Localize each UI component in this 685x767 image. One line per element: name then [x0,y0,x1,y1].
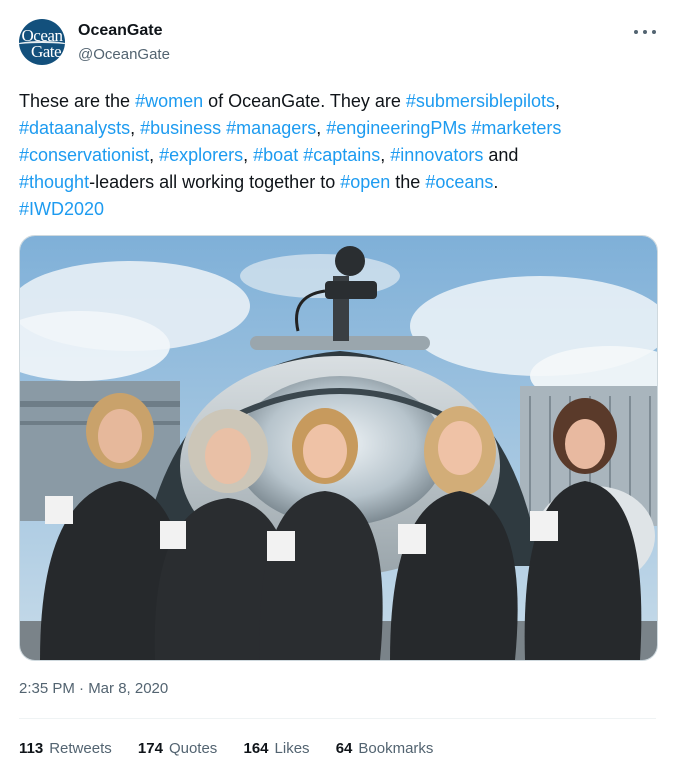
hashtag-link[interactable]: #thought [19,172,89,192]
hashtag-link[interactable]: #managers [226,118,316,138]
hashtag-link[interactable]: #business [140,118,221,138]
retweets-stat[interactable]: 113 Retweets [19,740,112,757]
bookmarks-count: 64 [335,740,353,757]
tweet-text-segment: of OceanGate. They are [203,91,406,111]
engagement-stats: 113 Retweets 174 Quotes 164 Likes 64 Bookmar… [19,740,455,757]
quotes-stat[interactable]: 174 Quotes [138,740,217,757]
hashtag-link[interactable]: #marketers [471,118,561,138]
more-dot [643,30,647,34]
tweet-text-segment: , [316,118,327,138]
quotes-label: Quotes [168,740,218,757]
tweet-text-segment: , [149,145,160,165]
more-dot [652,30,656,34]
hashtag-link[interactable]: #dataanalysts [19,118,130,138]
divider [19,718,656,719]
retweets-count: 113 [19,740,44,757]
tweet-text-line: #dataanalysts, #business #managers, #eng… [19,115,659,142]
tweet-text-line: These are the #women of OceanGate. They … [19,88,659,115]
hashtag-link[interactable]: #IWD2020 [19,199,104,219]
hashtag-link[interactable]: #engineeringPMs [326,118,466,138]
bookmarks-stat[interactable]: 64 Bookmarks [336,740,434,757]
quotes-count: 174 [137,740,163,757]
hashtag-link[interactable]: #women [135,91,203,111]
tweet: Ocean Gate OceanGate @OceanGate These ar… [0,0,685,767]
author-name[interactable]: OceanGate [78,22,162,40]
avatar-logo-line-2: Gate [30,42,62,61]
photo-illustration [20,236,657,660]
hashtag-link[interactable]: #boat [253,145,298,165]
hashtag-link[interactable]: #captains [303,145,380,165]
tweet-photo[interactable] [19,235,658,661]
tweet-text-segment: . [493,172,499,192]
hashtag-link[interactable]: #submersiblepilots [406,91,555,111]
tweet-text-segment: , [130,118,141,138]
avatar[interactable]: Ocean Gate [19,19,65,65]
tweet-text-line: #IWD2020 [19,196,659,223]
hashtag-link[interactable]: #oceans [425,172,493,192]
likes-label: Likes [274,740,310,757]
more-dot [634,30,638,34]
author-handle[interactable]: @OceanGate [78,46,170,63]
tweet-text-segment: , [380,145,391,165]
tweet-text-segment: , [554,91,560,111]
tweet-text-segment: and [483,145,519,165]
likes-count: 164 [243,740,269,757]
hashtag-link[interactable]: #innovators [390,145,483,165]
tweet-text-segment: -leaders all working together to [89,172,341,192]
likes-stat[interactable]: 164 Likes [243,740,309,757]
tweet-text-line: #thought-leaders all working together to… [19,169,659,196]
hashtag-link[interactable]: #conservationist [19,145,149,165]
tweet-text-line: #conservationist, #explorers, #boat #cap… [19,142,659,169]
retweets-label: Retweets [49,740,112,757]
tweet-text-segment: the [390,172,426,192]
hashtag-link[interactable]: #explorers [159,145,243,165]
tweet-timestamp[interactable]: 2:35 PM · Mar 8, 2020 [19,680,168,697]
bookmarks-label: Bookmarks [358,740,434,757]
hashtag-link[interactable]: #open [340,172,390,192]
tweet-text-segment: , [243,145,254,165]
tweet-text-segment: These are the [19,91,136,111]
more-options-icon[interactable] [628,20,662,44]
tweet-text: These are the #women of OceanGate. They … [19,88,659,223]
